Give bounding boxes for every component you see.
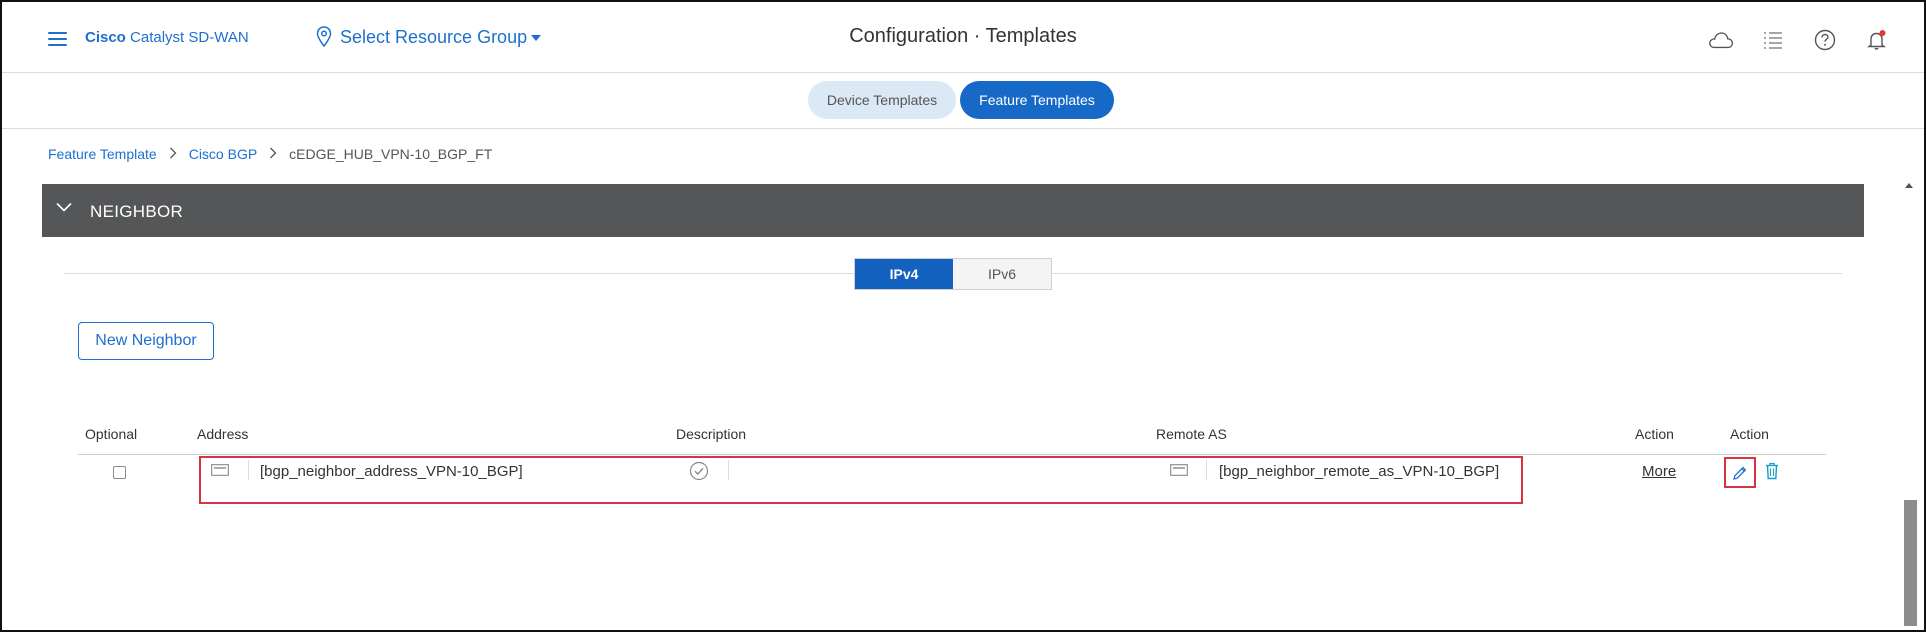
column-header-description: Description	[676, 426, 747, 442]
new-neighbor-button[interactable]: New Neighbor	[78, 322, 214, 360]
breadcrumb: Feature Template Cisco BGP cEDGE_HUB_VPN…	[48, 146, 492, 162]
breadcrumb-current: cEDGE_HUB_VPN-10_BGP_FT	[289, 146, 493, 162]
device-specific-variable-icon[interactable]	[211, 464, 229, 476]
breadcrumb-cisco-bgp[interactable]: Cisco BGP	[189, 146, 257, 162]
breadcrumb-feature-template[interactable]: Feature Template	[48, 146, 157, 162]
column-header-action-icons: Action	[1730, 426, 1769, 442]
tab-feature-templates[interactable]: Feature Templates	[960, 81, 1114, 119]
neighbor-section-header[interactable]: NEIGHBOR	[42, 184, 1864, 237]
column-header-remote-as: Remote AS	[1156, 426, 1227, 442]
field-separator	[728, 460, 729, 480]
cloud-icon[interactable]	[1708, 28, 1734, 52]
pencil-icon	[1733, 466, 1747, 480]
table-header-divider	[78, 454, 1826, 455]
chevron-right-icon	[269, 146, 277, 162]
default-value-check-icon[interactable]	[689, 461, 709, 481]
more-link[interactable]: More	[1642, 463, 1676, 480]
section-title: NEIGHBOR	[90, 202, 184, 221]
top-header: Cisco Catalyst SD-WAN Select Resource Gr…	[2, 2, 1924, 73]
template-tabs: Device Templates Feature Templates	[2, 72, 1924, 129]
ip-version-toggle: IPv4 IPv6	[854, 258, 1052, 290]
help-icon[interactable]	[1812, 28, 1838, 52]
column-header-optional: Optional	[85, 426, 138, 442]
chevron-right-icon	[169, 146, 177, 162]
scroll-up-arrow-icon[interactable]	[1905, 183, 1913, 188]
tab-device-templates[interactable]: Device Templates	[808, 81, 956, 119]
delete-trash-icon[interactable]	[1765, 462, 1779, 480]
page-title: Configuration · Templates	[849, 25, 1077, 47]
bell-icon[interactable]	[1864, 28, 1890, 52]
header-icons	[1708, 28, 1890, 52]
device-specific-variable-icon[interactable]	[1170, 464, 1188, 476]
field-separator	[1206, 460, 1207, 480]
edit-button[interactable]	[1724, 457, 1756, 488]
field-separator	[248, 460, 249, 480]
list-icon[interactable]	[1760, 28, 1786, 52]
toggle-ipv4[interactable]: IPv4	[855, 259, 953, 289]
toggle-ipv6[interactable]: IPv6	[953, 259, 1051, 289]
address-value[interactable]: [bgp_neighbor_address_VPN-10_BGP]	[260, 463, 523, 480]
scrollbar-thumb[interactable]	[1904, 500, 1917, 626]
optional-checkbox[interactable]	[113, 466, 126, 479]
chevron-down-icon	[56, 202, 72, 212]
column-header-action: Action	[1635, 426, 1674, 442]
column-header-address: Address	[197, 426, 249, 442]
remote-as-value[interactable]: [bgp_neighbor_remote_as_VPN-10_BGP]	[1219, 463, 1499, 480]
